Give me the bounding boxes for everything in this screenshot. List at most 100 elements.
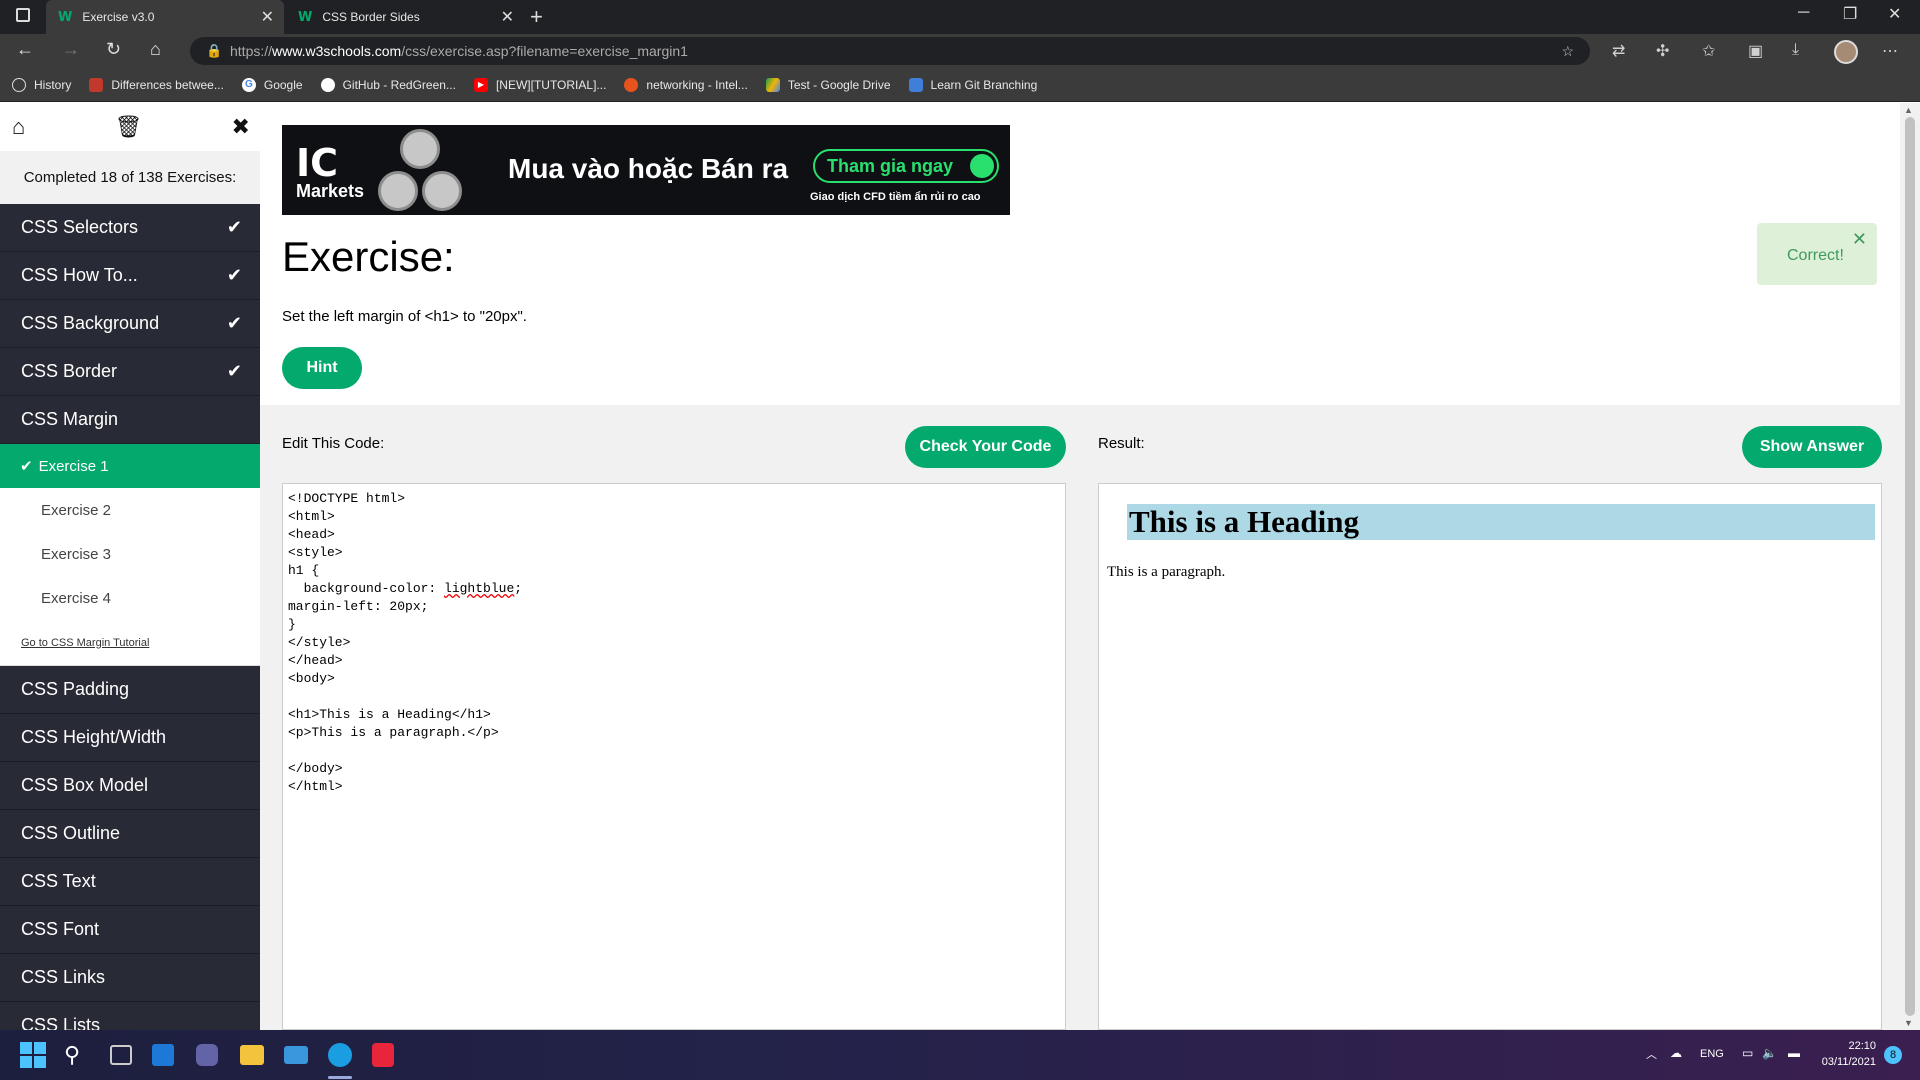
sidebar-item-padding[interactable]: CSS Padding [0, 666, 260, 714]
favorites-icon[interactable]: ✩ [1702, 41, 1715, 61]
check-code-button[interactable]: Check Your Code [905, 426, 1066, 468]
sidebar-item-links[interactable]: CSS Links [0, 954, 260, 1002]
bookmark-label: History [34, 77, 72, 92]
exercise-3-link[interactable]: Exercise 3 [0, 532, 260, 576]
bookmark-drive[interactable]: Test - Google Drive [765, 77, 891, 92]
profile-avatar[interactable] [1834, 40, 1858, 64]
home-icon[interactable]: ⌂ [12, 114, 25, 140]
back-icon[interactable]: ← [16, 39, 34, 60]
ad-cta-label: Tham gia ngay [827, 156, 954, 176]
sidebar-item-how-to[interactable]: CSS How To... ✔ [0, 252, 260, 300]
exercise-4-link[interactable]: Exercise 4 [0, 576, 260, 620]
ad-disclaimer: Giao dịch CFD tiềm ẩn rủi ro cao [810, 191, 981, 203]
sidebar-item-label: CSS Font [21, 919, 100, 939]
exercise-label: Exercise 1 [38, 457, 109, 475]
sidebar-item-label: CSS Links [21, 967, 106, 987]
widgets-icon[interactable] [152, 1044, 174, 1066]
window-menu-icon[interactable] [16, 8, 30, 22]
tab-exercise[interactable]: W Exercise v3.0 ✕ [46, 0, 284, 34]
more-menu-icon[interactable]: ⋯ [1882, 41, 1898, 61]
close-icon[interactable]: ✖ [232, 114, 250, 140]
bookmark-label: Test - Google Drive [787, 77, 891, 92]
restore-icon[interactable]: ❐ [1843, 4, 1857, 24]
sidebar-toolbar: ⌂ 🗑 ✖ [0, 103, 260, 151]
scroll-up-icon[interactable]: ▲ [1904, 105, 1913, 115]
forward-icon[interactable]: → [62, 39, 80, 60]
sidebar-item-text[interactable]: CSS Text [0, 858, 260, 906]
jetbrains-icon[interactable] [372, 1043, 394, 1067]
minimize-icon[interactable]: ─ [1798, 4, 1809, 22]
code-editor[interactable]: <!DOCTYPE html> <html> <head> <style> h1… [282, 483, 1066, 1030]
sidebar-item-label: CSS How To... [21, 265, 138, 285]
home-icon[interactable]: ⌂ [150, 39, 161, 60]
downloads-icon[interactable]: ⤓ [1792, 41, 1799, 59]
volume-icon[interactable]: 🔈 [1762, 1046, 1777, 1060]
sidebar-item-label: CSS Box Model [21, 775, 149, 795]
task-view-icon[interactable] [110, 1045, 132, 1065]
clock[interactable]: 22:10 03/11/2021 [1820, 1038, 1876, 1070]
sidebar-item-margin[interactable]: CSS Margin [0, 396, 260, 444]
sidebar-item-height-width[interactable]: CSS Height/Width [0, 714, 260, 762]
scroll-down-icon[interactable]: ▼ [1904, 1018, 1913, 1028]
tutorial-link[interactable]: Go to CSS Margin Tutorial [0, 620, 260, 666]
tray-overflow-icon[interactable]: ︿ [1646, 1046, 1657, 1062]
chat-icon[interactable] [196, 1044, 218, 1066]
bookmark-github[interactable]: GitHub - RedGreen... [320, 77, 456, 92]
bookmark-differences[interactable]: Differences betwee... [89, 77, 224, 92]
git-icon [908, 77, 923, 92]
close-window-icon[interactable]: ✕ [1888, 4, 1901, 24]
start-icon[interactable] [20, 1042, 46, 1068]
sidebar-item-background[interactable]: CSS Background ✔ [0, 300, 260, 348]
exercise-1-link[interactable]: ✔ Exercise 1 [0, 444, 260, 488]
close-tab-icon[interactable]: ✕ [501, 7, 514, 27]
bookmark-tutorial[interactable]: ▶ [NEW][TUTORIAL]... [473, 77, 606, 92]
bookmark-networking[interactable]: networking - Intel... [624, 77, 748, 92]
bookmark-git[interactable]: Learn Git Branching [908, 77, 1037, 92]
reload-icon[interactable]: ↻ [106, 39, 121, 60]
mail-icon[interactable] [284, 1046, 308, 1064]
clock-date: 03/11/2021 [1821, 1056, 1876, 1068]
hint-button[interactable]: Hint [282, 347, 362, 389]
page-scrollbar[interactable]: ▲ ▼ [1900, 103, 1920, 1030]
sidebar-item-lists[interactable]: CSS Lists [0, 1002, 260, 1030]
file-explorer-icon[interactable] [240, 1045, 264, 1065]
ad-banner[interactable]: IC Markets Mua vào hoặc Bán ra Tham gia … [282, 125, 1010, 215]
favorite-star-icon[interactable]: ☆ [1561, 37, 1574, 65]
show-answer-button[interactable]: Show Answer [1742, 426, 1882, 468]
tab-css-border-sides[interactable]: W CSS Border Sides ✕ [286, 0, 524, 34]
network-icon[interactable]: ▭ [1742, 1046, 1753, 1060]
language-indicator[interactable]: ENG [1700, 1048, 1724, 1060]
sidebar-item-selectors[interactable]: CSS Selectors ✔ [0, 204, 260, 252]
result-paragraph: This is a paragraph. [1107, 564, 1226, 580]
collections-icon[interactable]: ▣ [1748, 41, 1763, 61]
sidebar-item-font[interactable]: CSS Font [0, 906, 260, 954]
onedrive-icon[interactable]: ☁ [1670, 1046, 1682, 1060]
exercise-2-link[interactable]: Exercise 2 [0, 488, 260, 532]
bookmark-google[interactable]: G Google [241, 77, 303, 92]
ad-cta-button[interactable]: Tham gia ngay [813, 149, 999, 183]
extensions-icon[interactable]: ✣ [1656, 41, 1669, 61]
exercise-label: Exercise 2 [41, 501, 112, 519]
scrollbar-thumb[interactable] [1905, 117, 1915, 1016]
bookmark-icon [89, 77, 104, 92]
checkmark-icon: ✔ [226, 217, 242, 237]
new-tab-icon[interactable]: + [530, 4, 543, 30]
checkmark-icon: ✔ [226, 361, 242, 381]
coin-icon [422, 171, 462, 211]
bookmark-history[interactable]: History [12, 77, 72, 92]
sidebar-item-border[interactable]: CSS Border ✔ [0, 348, 260, 396]
trash-icon[interactable]: 🗑 [114, 114, 142, 140]
address-bar[interactable]: 🔒 https://www.w3schools.com/css/exercise… [190, 37, 1590, 65]
translate-icon[interactable]: ⇄ [1612, 41, 1625, 61]
exercise-label: Exercise 3 [41, 545, 112, 563]
notification-badge[interactable]: 8 [1884, 1046, 1902, 1064]
sidebar-item-box-model[interactable]: CSS Box Model [0, 762, 260, 810]
search-icon[interactable]: ⚲ [64, 1042, 90, 1068]
sidebar-item-label: CSS Padding [21, 679, 130, 699]
edge-icon[interactable] [328, 1043, 352, 1067]
battery-icon[interactable]: ▬ [1788, 1046, 1800, 1060]
close-tab-icon[interactable]: ✕ [261, 7, 274, 27]
code-text: <!DOCTYPE html> <html> <head> <style> h1… [288, 491, 437, 596]
sidebar-item-outline[interactable]: CSS Outline [0, 810, 260, 858]
close-icon[interactable]: ✕ [1852, 229, 1867, 250]
